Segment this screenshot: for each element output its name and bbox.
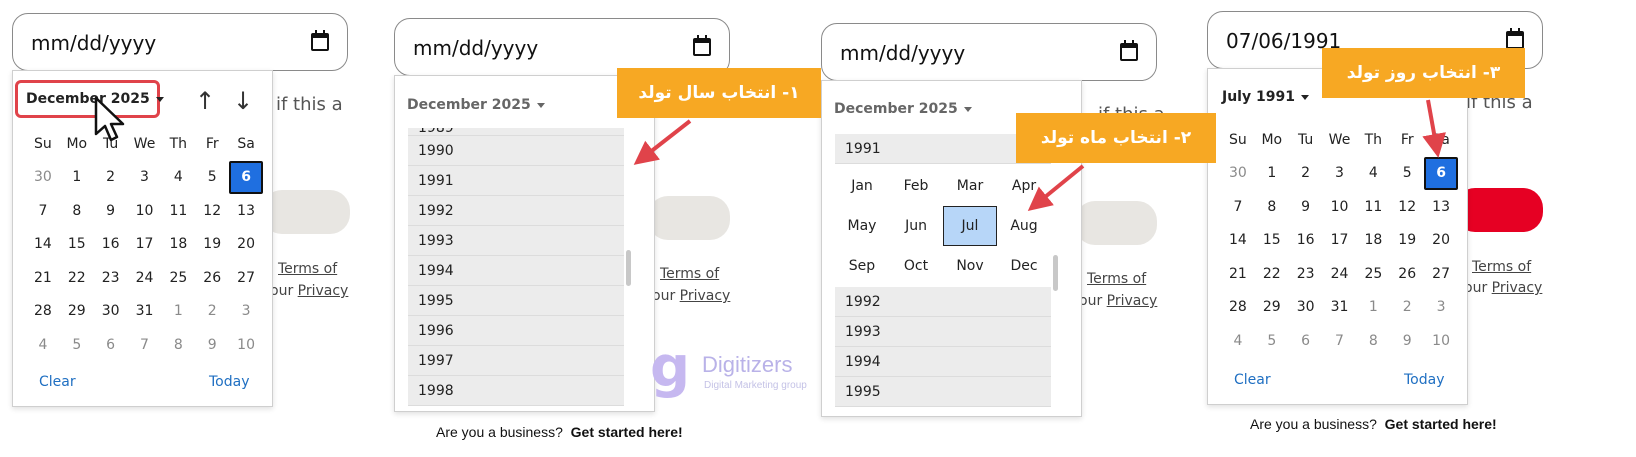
arrow-step-1 <box>633 119 692 165</box>
annotation-arrows <box>633 99 1446 212</box>
arrow-step-3 <box>1422 99 1446 158</box>
arrow-step-2 <box>1027 164 1085 212</box>
